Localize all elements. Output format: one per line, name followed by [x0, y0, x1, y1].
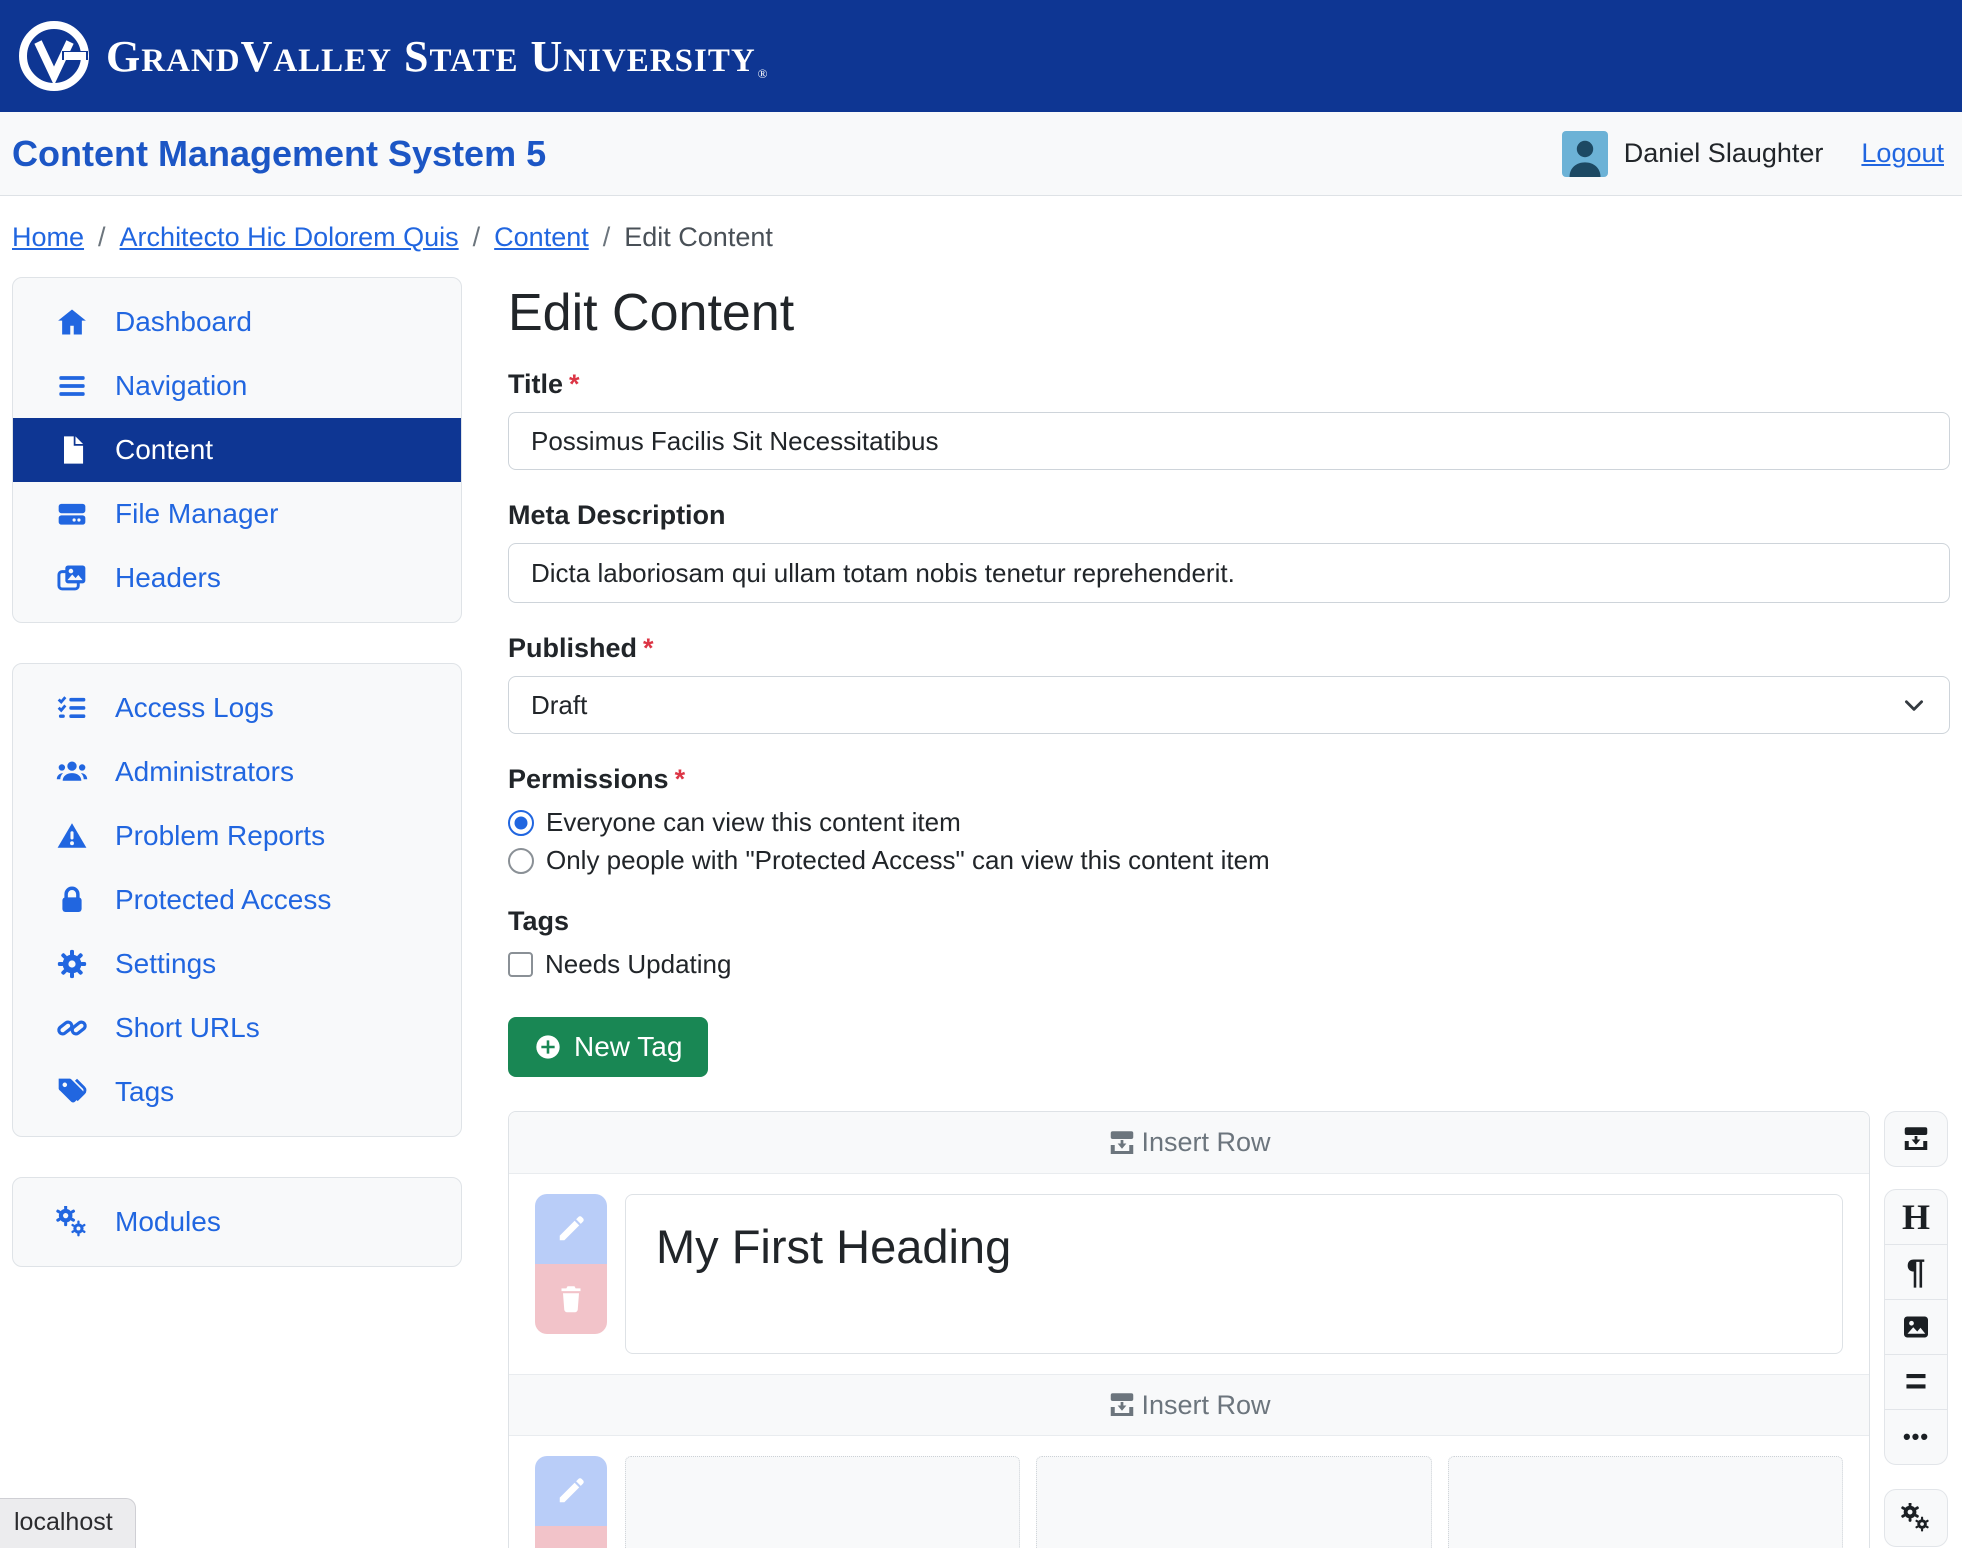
pencil-icon: [556, 1476, 586, 1506]
radio-selected-icon[interactable]: [508, 809, 534, 836]
pencil-icon: [556, 1214, 586, 1244]
radio-unselected-icon[interactable]: [508, 847, 534, 874]
university-wordmark: GRAND VALLEY STATE UNIVERSITY ®: [106, 31, 768, 81]
image-icon: [1901, 1312, 1931, 1342]
meta-description-input[interactable]: Dicta laboriosam qui ullam totam nobis t…: [508, 543, 1950, 603]
app-title-bar: Content Management System 5 Daniel Slaug…: [0, 112, 1962, 196]
registered-mark: ®: [757, 65, 768, 81]
sidebar-item-headers[interactable]: Headers: [13, 546, 461, 610]
empty-column-block[interactable]: [625, 1456, 1021, 1548]
breadcrumb-site-link[interactable]: Architecto Hic Dolorem Quis: [120, 222, 459, 253]
image-tool-button[interactable]: [1884, 1299, 1948, 1355]
needs-updating-checkbox-row[interactable]: Needs Updating: [508, 949, 1950, 980]
breadcrumb-content-link[interactable]: Content: [494, 222, 589, 253]
published-label: Published *: [508, 633, 654, 663]
bars-icon: [55, 369, 89, 403]
sidebar-item-short-urls[interactable]: Short URLs: [13, 996, 461, 1060]
delete-row-button[interactable]: [535, 1264, 607, 1334]
permission-everyone-option[interactable]: Everyone can view this content item: [508, 807, 1950, 838]
main-content: Edit Content Title * Possimus Facilis Sit…: [508, 277, 1950, 1548]
insert-row-icon: [1901, 1124, 1931, 1154]
list-check-icon: [55, 691, 89, 725]
tag-icon: [55, 1075, 89, 1109]
home-icon: [55, 305, 89, 339]
content-editor: Insert Row My First Heading Insert Row: [508, 1111, 1870, 1548]
insert-row-button[interactable]: Insert Row: [1107, 1390, 1271, 1421]
sidebar-card-admin: Access Logs Administrators Problem Repor…: [12, 663, 462, 1137]
link-icon: [55, 1011, 89, 1045]
tags-label: Tags: [508, 906, 570, 936]
divider-tool-button[interactable]: =: [1884, 1354, 1948, 1410]
sidebar-item-dashboard[interactable]: Dashboard: [13, 290, 461, 354]
published-select[interactable]: Draft: [508, 676, 1950, 734]
sidebar-item-tags[interactable]: Tags: [13, 1060, 461, 1124]
breadcrumb: Home / Architecto Hic Dolorem Quis / Con…: [12, 222, 773, 253]
breadcrumb-home-link[interactable]: Home: [12, 222, 84, 253]
warning-triangle-icon: [55, 819, 89, 853]
sidebar-item-administrators[interactable]: Administrators: [13, 740, 461, 804]
editor-row-heading: My First Heading: [509, 1174, 1869, 1374]
insert-row-button[interactable]: Insert Row: [1107, 1127, 1271, 1158]
sidebar: Dashboard Navigation Content File Manage…: [12, 277, 462, 1307]
edit-row-button[interactable]: [535, 1456, 607, 1526]
sidebar-item-navigation[interactable]: Navigation: [13, 354, 461, 418]
sidebar-item-content[interactable]: Content: [13, 418, 461, 482]
images-icon: [55, 561, 89, 595]
editor-row-columns: [509, 1436, 1869, 1548]
checkbox-icon[interactable]: [508, 952, 533, 977]
brand-header: GRAND VALLEY STATE UNIVERSITY ®: [0, 0, 1962, 112]
hard-drive-icon: [55, 497, 89, 531]
ellipsis-icon: •••: [1902, 1424, 1930, 1449]
sidebar-item-access-logs[interactable]: Access Logs: [13, 676, 461, 740]
user-avatar: [1561, 130, 1608, 177]
sidebar-item-protected-access[interactable]: Protected Access: [13, 868, 461, 932]
permission-protected-option[interactable]: Only people with "Protected Access" can …: [508, 845, 1950, 876]
file-icon: [55, 433, 89, 467]
heading-block[interactable]: My First Heading: [625, 1194, 1843, 1354]
title-input[interactable]: Possimus Facilis Sit Necessitatibus: [508, 412, 1950, 470]
sidebar-item-file-manager[interactable]: File Manager: [13, 482, 461, 546]
more-tools-button[interactable]: •••: [1884, 1409, 1948, 1465]
gears-icon: [1901, 1503, 1931, 1533]
insert-row-icon: [1107, 1128, 1137, 1158]
heading-icon: H: [1901, 1197, 1930, 1237]
insert-row-bar-middle: Insert Row: [509, 1374, 1869, 1436]
paragraph-icon: ¶: [1906, 1252, 1926, 1291]
app-title: Content Management System 5: [12, 132, 547, 174]
lock-icon: [55, 883, 89, 917]
edit-row-button[interactable]: [535, 1194, 607, 1264]
browser-status-bar: localhost: [0, 1498, 136, 1548]
heading-tool-button[interactable]: H: [1884, 1189, 1948, 1245]
new-tag-button[interactable]: New Tag: [508, 1017, 709, 1077]
permissions-label: Permissions *: [508, 764, 686, 794]
paragraph-tool-button[interactable]: ¶: [1884, 1244, 1948, 1300]
gears-icon: [55, 1205, 89, 1239]
editor-toolbar: H ¶ = •••: [1884, 1111, 1950, 1547]
plus-circle-icon: [534, 1033, 562, 1061]
breadcrumb-current: Edit Content: [624, 222, 773, 252]
logout-link[interactable]: Logout: [1861, 138, 1944, 169]
meta-description-label: Meta Description: [508, 500, 726, 530]
empty-column-block[interactable]: [1036, 1456, 1432, 1548]
sidebar-card-content: Dashboard Navigation Content File Manage…: [12, 277, 462, 623]
gvsu-logo-icon: [16, 18, 92, 94]
chevron-down-icon: [1901, 692, 1927, 718]
users-icon: [55, 755, 89, 789]
page-title: Edit Content: [508, 284, 795, 342]
sidebar-card-modules: Modules: [12, 1177, 462, 1267]
horizontal-rule-icon: =: [1904, 1360, 1928, 1403]
trash-icon: [556, 1284, 586, 1314]
sidebar-item-problem-reports[interactable]: Problem Reports: [13, 804, 461, 868]
empty-column-block[interactable]: [1447, 1456, 1843, 1548]
insert-row-tool-button[interactable]: [1884, 1111, 1948, 1167]
gear-icon: [55, 947, 89, 981]
sidebar-item-modules[interactable]: Modules: [13, 1190, 461, 1254]
delete-row-button[interactable]: [535, 1526, 607, 1548]
sidebar-item-settings[interactable]: Settings: [13, 932, 461, 996]
user-name: Daniel Slaughter: [1623, 138, 1824, 168]
insert-row-icon: [1107, 1390, 1137, 1420]
title-label: Title *: [508, 369, 580, 399]
modules-tool-button[interactable]: [1884, 1489, 1948, 1547]
insert-row-bar-top: Insert Row: [509, 1112, 1869, 1174]
